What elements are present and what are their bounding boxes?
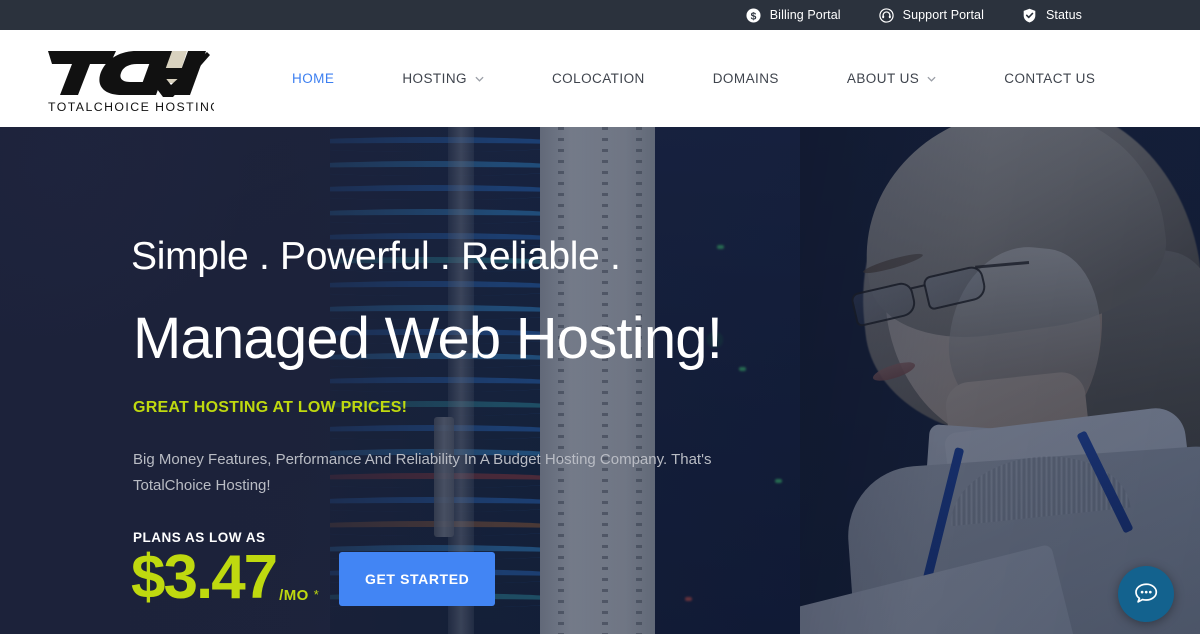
site-logo[interactable]: TOTALCHOICE HOSTING — [44, 43, 214, 115]
hero-subheading: GREAT HOSTING AT LOW PRICES! — [133, 399, 408, 416]
hero-price-asterisk: * — [313, 587, 319, 602]
hero-banner: Simple . Powerful . Reliable . Managed W… — [0, 127, 1200, 634]
top-utility-links: $ Billing Portal Support Portal Status — [746, 7, 1082, 23]
hero-description: Big Money Features, Performance And Reli… — [133, 451, 712, 494]
nav-item-contact-us[interactable]: CONTACT US — [970, 71, 1129, 86]
headset-icon — [878, 7, 894, 23]
shield-check-icon — [1022, 8, 1037, 23]
topbar-link-label: Status — [1045, 8, 1082, 22]
nav-item-label: ABOUT US — [846, 71, 920, 86]
nav-item-domains[interactable]: DOMAINS — [679, 71, 813, 86]
topbar-link-label: Support Portal — [902, 8, 984, 22]
hero-price: $3.47 — [131, 543, 278, 612]
nav-item-label: DOMAINS — [712, 71, 779, 86]
svg-text:$: $ — [750, 11, 756, 22]
nav-item-home[interactable]: HOME — [258, 71, 368, 86]
hero-tagline: Simple . Powerful . Reliable . — [131, 235, 621, 278]
topbar-link-support-portal[interactable]: Support Portal — [878, 7, 984, 23]
dollar-circle-icon: $ — [746, 7, 761, 23]
nav-item-hosting[interactable]: HOSTING — [368, 71, 518, 86]
chat-bubble-icon — [1131, 579, 1161, 609]
hero-price-block: $3.47 /MO * — [131, 547, 319, 609]
topbar-link-billing-portal[interactable]: $ Billing Portal — [746, 7, 841, 23]
hero-title: Managed Web Hosting! — [133, 306, 723, 371]
site-header: TOTALCHOICE HOSTING HOME HOSTING COLOCAT… — [0, 30, 1200, 127]
hero-price-unit: /MO — [279, 587, 309, 604]
main-navigation: HOME HOSTING COLOCATION DOMAINS ABOUT US… — [258, 71, 1129, 86]
chat-widget-button[interactable] — [1118, 566, 1174, 622]
svg-text:TOTALCHOICE HOSTING: TOTALCHOICE HOSTING — [48, 100, 214, 114]
get-started-button[interactable]: GET STARTED — [339, 552, 496, 606]
topbar-link-status[interactable]: Status — [1022, 8, 1082, 23]
hero-content: Simple . Powerful . Reliable . Managed W… — [131, 127, 891, 634]
chevron-down-icon — [927, 76, 936, 82]
nav-item-label: HOSTING — [402, 71, 467, 86]
nav-item-label: CONTACT US — [1004, 71, 1096, 86]
nav-item-label: COLOCATION — [551, 71, 645, 86]
nav-item-colocation[interactable]: COLOCATION — [518, 71, 679, 86]
nav-item-about-us[interactable]: ABOUT US — [813, 71, 970, 86]
nav-item-label: HOME — [292, 71, 335, 86]
top-utility-bar: $ Billing Portal Support Portal Status — [0, 0, 1200, 30]
chevron-down-icon — [475, 76, 484, 82]
topbar-link-label: Billing Portal — [769, 8, 841, 22]
